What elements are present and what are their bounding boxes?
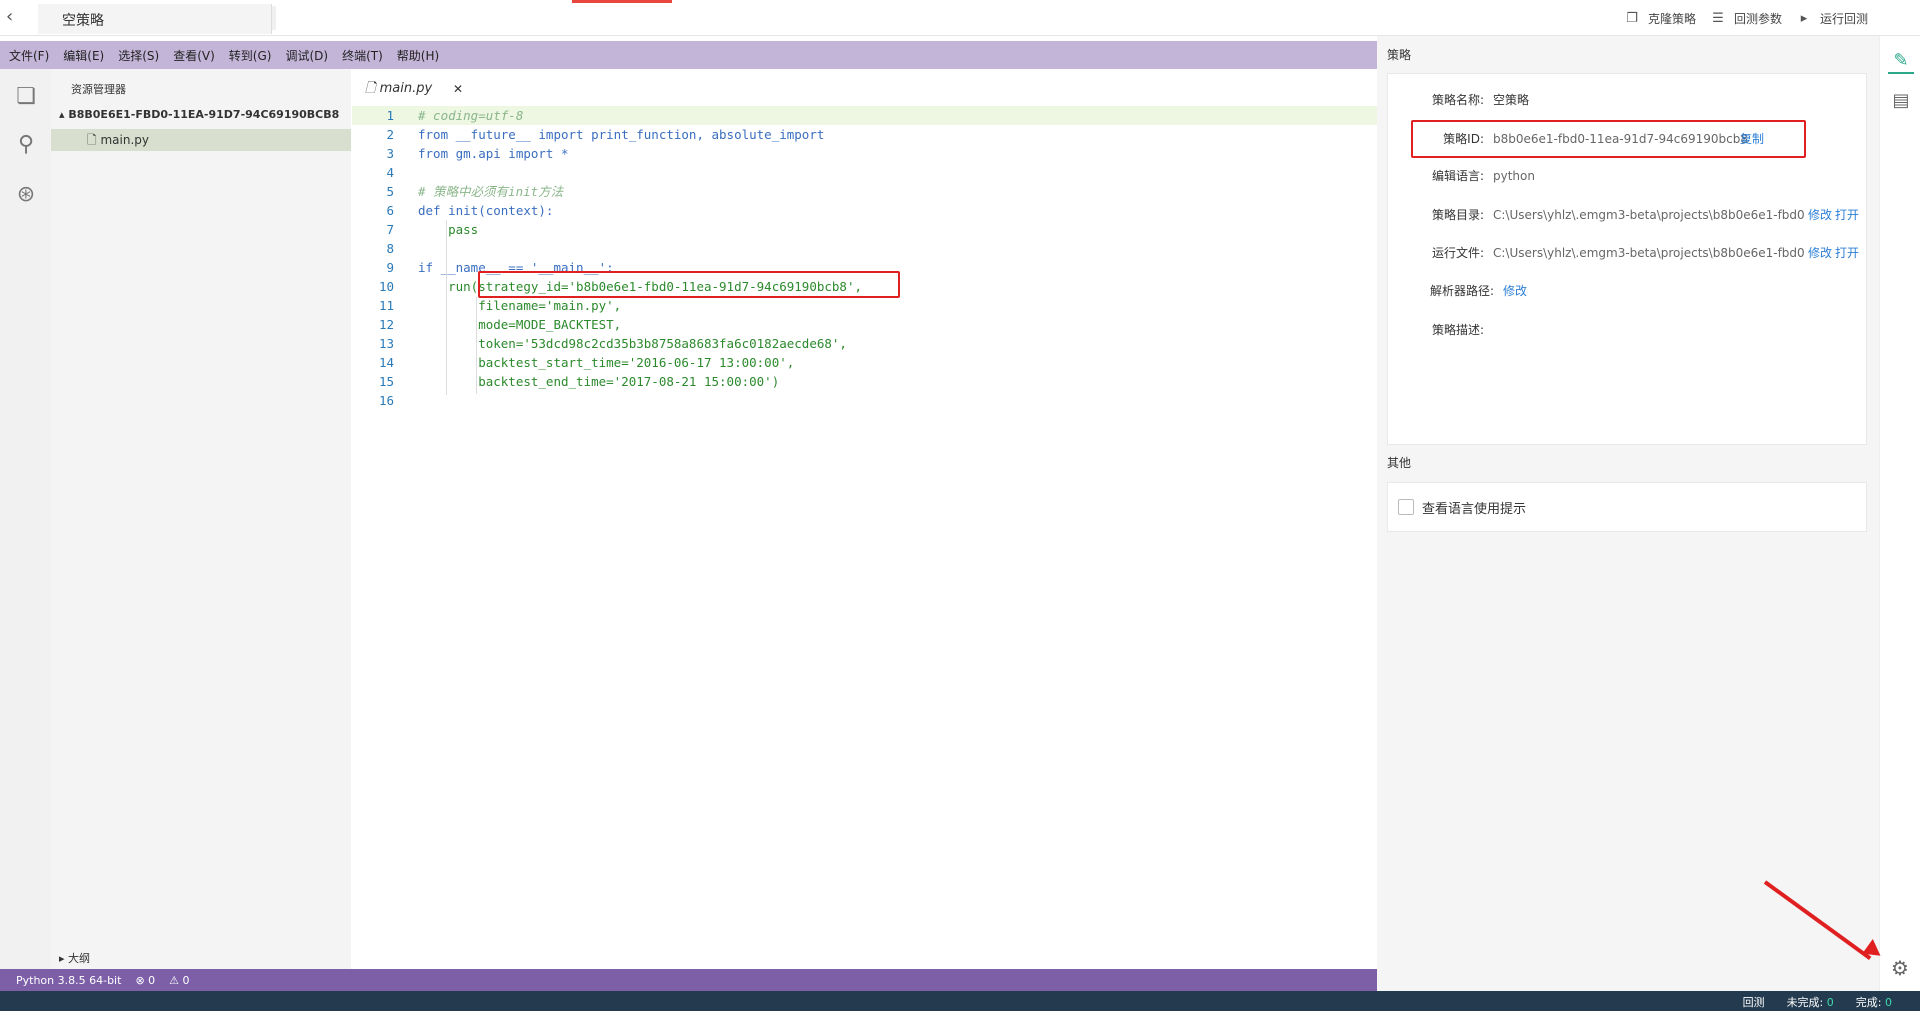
explorer-sidebar: 资源管理器 ▴ B8B0E6E1-FBD0-11EA-91D7-94C69190… (51, 69, 351, 969)
menu-terminal[interactable]: 终端(T) (342, 47, 383, 64)
code-line: 8 (386, 241, 394, 256)
progress-accent (572, 0, 672, 3)
bottom-status-bar: 回测 未完成: 0 完成: 0 (0, 991, 1920, 1011)
chevron-right-icon: ▸ (59, 952, 69, 965)
modify-dir-link[interactable]: 修改 (1808, 205, 1832, 225)
toolbar-actions: ❐ 克隆策略 ☰ 回测参数 ▸ 运行回测 (1624, 10, 1868, 27)
file-item-main[interactable]: 🗋 main.py (51, 129, 351, 151)
strategy-info-card: 策略名称: 空策略 策略ID: b8b0e6e1-fbd0-11ea-91d7-… (1387, 73, 1867, 445)
sliders-icon: ☰ (1712, 10, 1724, 26)
explorer-header: 资源管理器 (71, 83, 126, 96)
code-line: 4 (386, 165, 394, 180)
strategy-dir-row: 策略目录: C:\Users\yhlz\.emgm3-beta\projects… (1388, 205, 1868, 225)
code-line: 15 backtest_end_time='2017-08-21 15:00:0… (378, 374, 780, 389)
menu-help[interactable]: 帮助(H) (397, 47, 439, 64)
backtest-params-button[interactable]: ☰ 回测参数 (1710, 10, 1782, 27)
run-file-row: 运行文件: C:\Users\yhlz\.emgm3-beta\projects… (1388, 243, 1868, 263)
code-line: 14 backtest_start_time='2016-06-17 13:00… (378, 355, 795, 370)
clone-strategy-button[interactable]: ❐ 克隆策略 (1624, 10, 1696, 27)
error-count[interactable]: ⊗ 0 (135, 974, 155, 987)
other-card: 查看语言使用提示 (1387, 482, 1867, 532)
code-line: 7 pass (386, 222, 479, 237)
description-row: 策略描述: (1431, 323, 1484, 337)
code-line: 6 def init(context): (386, 203, 554, 218)
language-hint-label[interactable]: 查看语言使用提示 (1422, 498, 1526, 517)
file-icon: 🗋 (365, 81, 380, 96)
document-icon[interactable]: ▤ (1888, 88, 1914, 114)
files-icon[interactable]: ❏ (12, 83, 40, 111)
menu-file[interactable]: 文件(F) (9, 47, 49, 64)
back-icon[interactable]: ‹ (6, 8, 26, 28)
indent-guide (476, 297, 477, 394)
title-bar: ‹ 空策略 ❐ 克隆策略 ☰ 回测参数 ▸ 运行回测 (0, 0, 1920, 36)
strategy-tab[interactable]: 空策略 (38, 4, 272, 34)
gear-icon[interactable]: ⚙ (1888, 956, 1912, 980)
editor-tab-main[interactable]: 🗋 main.py ✕ (353, 76, 473, 102)
search-icon[interactable]: ⚲ (12, 131, 40, 159)
menu-debug[interactable]: 调试(D) (285, 47, 328, 64)
open-run-file-link[interactable]: 打开 (1835, 243, 1859, 263)
menu-bar: 文件(F) 编辑(E) 选择(S) 查看(V) 转到(G) 调试(D) 终端(T… (0, 41, 1377, 69)
panel-title: 策略 (1387, 48, 1412, 62)
menu-edit[interactable]: 编辑(E) (63, 47, 104, 64)
right-rail: ✎ ▤ (1879, 36, 1920, 991)
code-line: 12 mode=MODE_BACKTEST, (378, 317, 622, 332)
chevron-down-icon: ▴ (59, 108, 69, 121)
strategy-panel: 策略 策略名称: 空策略 策略ID: b8b0e6e1-fbd0-11ea-91… (1377, 36, 1879, 991)
language-hint-checkbox[interactable] (1398, 499, 1414, 515)
menu-view[interactable]: 查看(V) (173, 47, 215, 64)
run-backtest-button[interactable]: ▸ 运行回测 (1796, 10, 1868, 27)
python-version[interactable]: Python 3.8.5 64-bit (16, 974, 121, 987)
code-editor[interactable]: 1 # coding=utf-8 2 from __future__ import … (352, 106, 1377, 966)
code-line: 13 token='53dcd98c2cd35b3b8758a8683fa6c0… (378, 336, 847, 351)
backtest-status[interactable]: 回测 (1743, 994, 1765, 1010)
activity-bar: ❏ ⚲ ⊛ (0, 69, 51, 969)
parser-path-row: 解析器路径: 修改 (1388, 281, 1868, 301)
done-count: 完成: 0 (1855, 996, 1892, 1009)
highlight-box-strategy-id (478, 271, 900, 298)
modify-parser-link[interactable]: 修改 (1503, 281, 1527, 301)
code-line: 11 filename='main.py', (378, 298, 622, 313)
warning-count[interactable]: ⚠ 0 (169, 974, 189, 987)
open-dir-link[interactable]: 打开 (1835, 205, 1859, 225)
strategy-edit-icon[interactable]: ✎ (1888, 48, 1914, 74)
close-icon[interactable]: ✕ (453, 76, 463, 102)
code-line: 1 # coding=utf-8 (352, 106, 1377, 125)
outline-section[interactable]: ▸ 大纲 (51, 949, 351, 969)
code-line: 5 # 策略中必须有init方法 (386, 184, 564, 199)
code-line: 3 from gm.api import * (386, 146, 569, 161)
modify-run-file-link[interactable]: 修改 (1808, 243, 1832, 263)
debug-icon[interactable]: ⊛ (12, 181, 40, 209)
tab-divider (272, 6, 276, 30)
code-line: 2 from __future__ import print_function, … (386, 127, 825, 142)
pending-count: 未完成: 0 (1786, 996, 1834, 1009)
status-bar: Python 3.8.5 64-bit ⊗ 0 ⚠ 0 (0, 969, 1377, 991)
code-line: 16 (378, 393, 394, 408)
strategy-name-row: 策略名称: 空策略 (1431, 93, 1530, 107)
project-folder[interactable]: ▴ B8B0E6E1-FBD0-11EA-91D7-94C69190BCB8 (51, 105, 351, 125)
copy-icon: ❐ (1626, 10, 1638, 26)
highlight-box-strategy-id-panel (1411, 120, 1806, 158)
indent-guide (446, 220, 447, 395)
menu-goto[interactable]: 转到(G) (229, 47, 272, 64)
other-section-title: 其他 (1387, 456, 1412, 470)
language-row: 编辑语言: python (1431, 169, 1535, 183)
play-icon: ▸ (1800, 10, 1808, 26)
menu-select[interactable]: 选择(S) (118, 47, 159, 64)
file-icon: 🗋 (87, 133, 101, 147)
